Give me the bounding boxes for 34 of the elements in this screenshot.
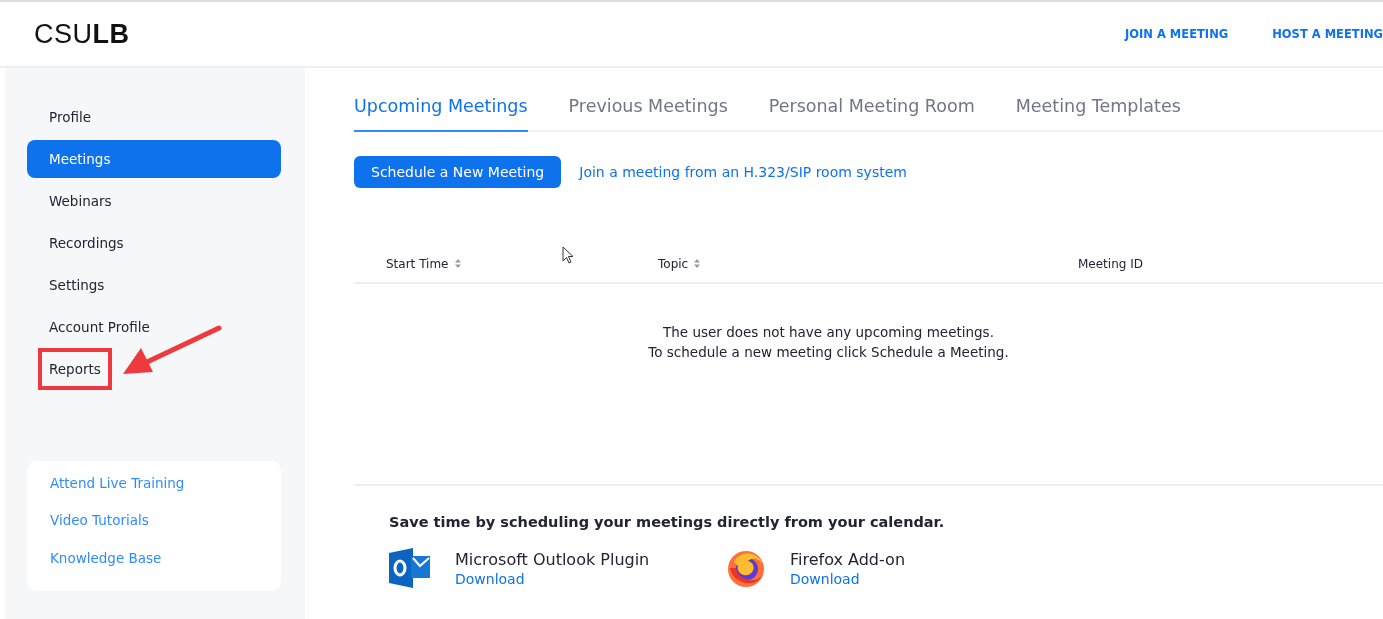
plugin-name: Firefox Add-on (790, 549, 905, 569)
download-link[interactable]: Download (455, 570, 650, 587)
help-link[interactable]: Video Tutorials (50, 512, 281, 550)
empty-message: To schedule a new meeting click Schedule a Meeting. (648, 344, 1009, 360)
download-link[interactable]: Download (790, 570, 905, 587)
mail-icon (389, 548, 431, 588)
column-header[interactable]: Meeting ID (1078, 256, 1143, 271)
help-link[interactable]: Attend Live Training (50, 474, 281, 512)
empty-message: The user does not have any upcoming meetings. (663, 324, 994, 340)
sip-link[interactable]: Join a meeting from an H.323/SIP room system (579, 164, 907, 180)
sidebar-item[interactable]: Profile (27, 98, 281, 136)
column-header[interactable]: Topic (658, 256, 689, 271)
header-link[interactable]: HOST A MEETING (1272, 27, 1383, 41)
sort-icon[interactable] (694, 259, 701, 268)
tab[interactable]: Personal Meeting Room (768, 96, 975, 132)
sidebar-item[interactable]: Account Profile (27, 308, 281, 346)
sidebar-item[interactable]: Recordings (27, 224, 281, 262)
globe-fox-icon (726, 548, 766, 588)
tab[interactable]: Meeting Templates (1015, 96, 1181, 132)
header-link[interactable]: JOIN A MEETING (1125, 27, 1229, 41)
schedule-button[interactable]: Schedule a New Meeting (354, 156, 562, 188)
tab[interactable]: Upcoming Meetings (354, 96, 528, 132)
mouse-pointer-icon (562, 246, 574, 264)
sidebar-item[interactable]: Settings (27, 266, 281, 304)
logo[interactable]: CSULB (34, 18, 130, 50)
plugin-name: Microsoft Outlook Plugin (455, 549, 650, 569)
sidebar-item[interactable]: Webinars (27, 182, 281, 220)
sort-icon[interactable] (454, 259, 461, 268)
tab[interactable]: Previous Meetings (568, 96, 728, 132)
column-header[interactable]: Start Time (386, 256, 449, 271)
help-link[interactable]: Knowledge Base (50, 549, 281, 587)
sidebar-item[interactable]: Meetings (27, 140, 281, 178)
calendar-heading: Save time by scheduling your meetings directly from your calendar. (389, 514, 946, 530)
sidebar-item[interactable]: Reports (27, 350, 281, 388)
